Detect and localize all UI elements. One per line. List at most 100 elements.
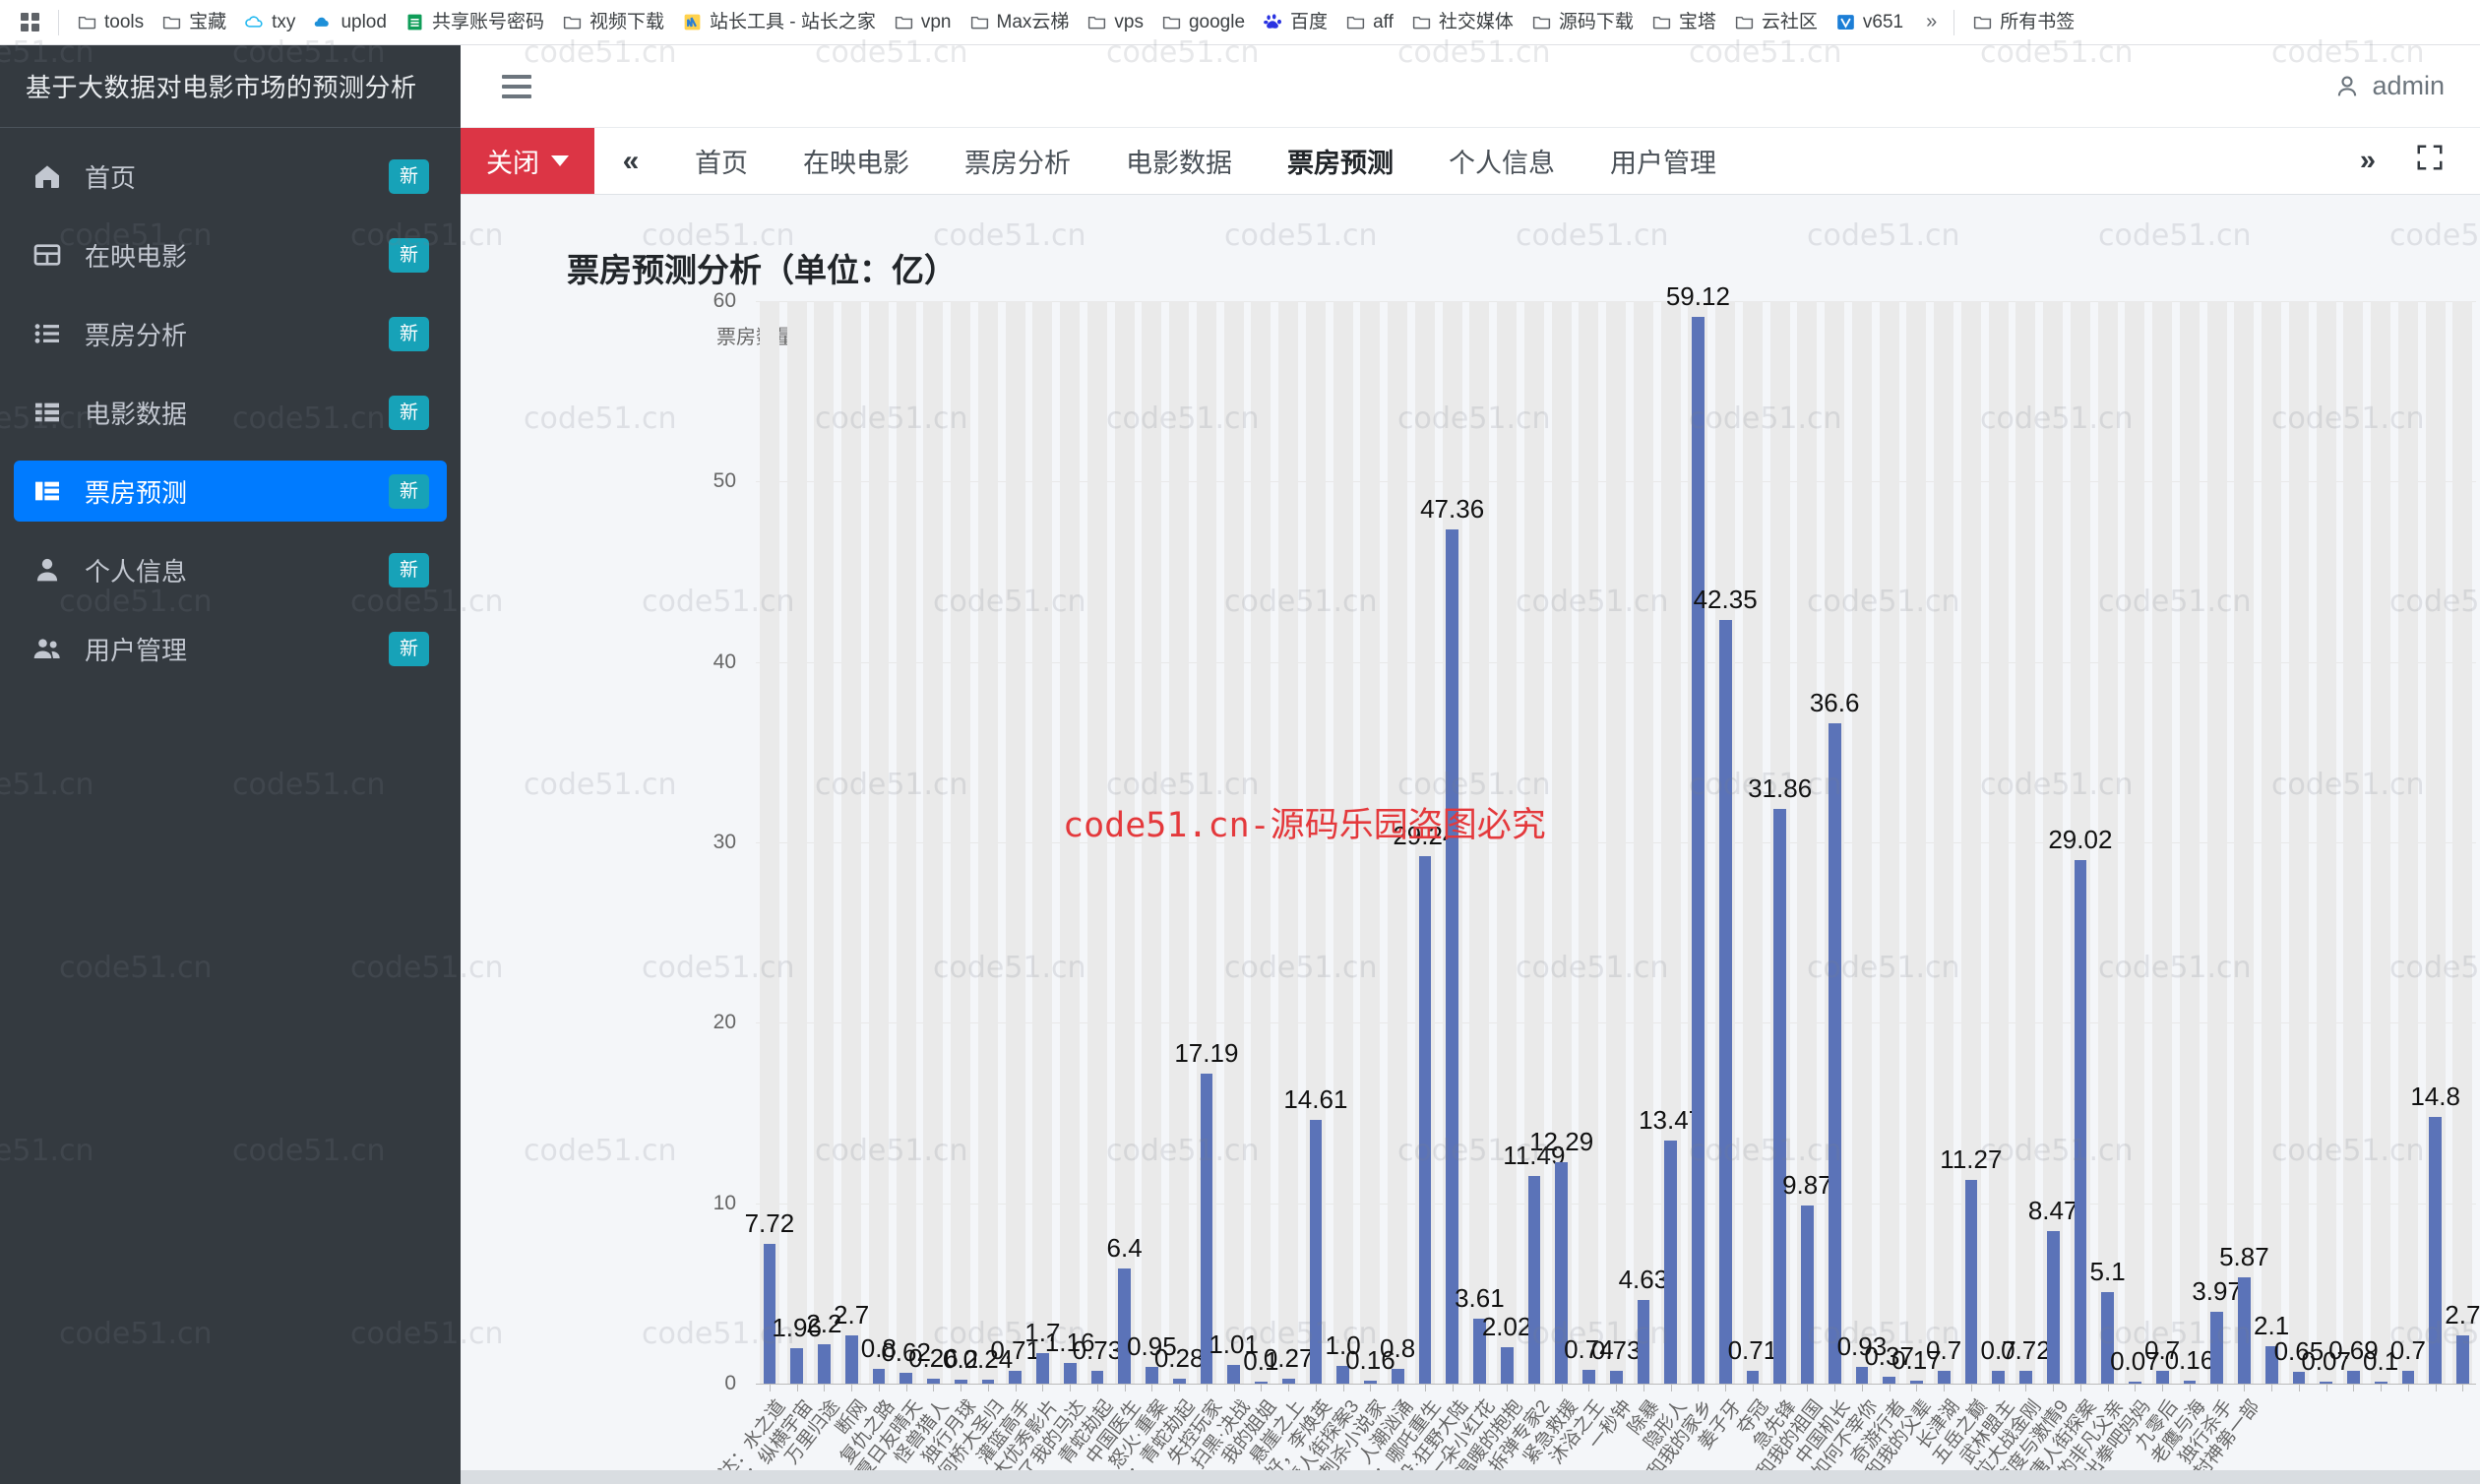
- bar[interactable]: 47.36: [1420, 494, 1484, 1384]
- bar[interactable]: 42.35: [1694, 585, 1758, 1384]
- bar[interactable]: 0.1: [1243, 1346, 1278, 1384]
- all-bookmarks-button[interactable]: 所有书签: [1963, 7, 2083, 38]
- bar-column[interactable]: 0.7: [1981, 301, 2016, 1384]
- bar-column[interactable]: 0.73: [1591, 301, 1641, 1384]
- close-tab-button[interactable]: 关闭: [461, 128, 594, 194]
- bookmark-item[interactable]: 宝藏: [153, 7, 235, 38]
- bar[interactable]: 0.7: [1926, 1335, 1961, 1384]
- bar[interactable]: 2.7: [834, 1300, 869, 1384]
- bar[interactable]: 14.8: [2410, 1082, 2460, 1384]
- bar-column[interactable]: 0.74: [1564, 301, 1614, 1384]
- apps-grid-icon[interactable]: [10, 3, 49, 42]
- bar[interactable]: 4.63: [1619, 1265, 1668, 1384]
- bar-column[interactable]: 0.8: [861, 301, 897, 1384]
- bar[interactable]: 0.16: [2165, 1345, 2214, 1384]
- bar-column[interactable]: 2.2: [806, 301, 841, 1384]
- fullscreen-icon[interactable]: [2415, 143, 2445, 180]
- bar[interactable]: 11.27: [1940, 1144, 2002, 1384]
- bar[interactable]: 2.2: [806, 1309, 841, 1384]
- bar-column[interactable]: 0.07: [2110, 301, 2160, 1384]
- bar[interactable]: 3.97: [2192, 1276, 2242, 1384]
- bar[interactable]: 2.7: [2445, 1300, 2480, 1384]
- bar-column[interactable]: 59.12: [1666, 281, 1730, 1384]
- bar[interactable]: 6.4: [1107, 1233, 1143, 1384]
- hamburger-icon[interactable]: [496, 69, 537, 104]
- bar-column[interactable]: 14.8: [2410, 301, 2460, 1384]
- bar-column[interactable]: 3.97: [2192, 301, 2242, 1384]
- bar-column[interactable]: 0.93: [1837, 301, 1887, 1384]
- bar[interactable]: 14.61: [1283, 1084, 1347, 1384]
- bookmark-item[interactable]: 源码下载: [1522, 7, 1643, 38]
- bar[interactable]: 0.74: [1564, 1334, 1614, 1384]
- bar-column[interactable]: 0.65: [2274, 301, 2324, 1384]
- bar-column[interactable]: 0.1: [2363, 301, 2398, 1384]
- bar[interactable]: 0.1: [2363, 1346, 2398, 1384]
- bookmark-overflow-button[interactable]: »: [1918, 7, 1945, 37]
- bar-column[interactable]: 0.62: [881, 301, 931, 1384]
- bar[interactable]: 29.02: [2048, 825, 2112, 1384]
- bar[interactable]: 0.7: [1981, 1335, 2016, 1384]
- bookmark-item[interactable]: 共享账号密码: [396, 7, 553, 38]
- bar[interactable]: 13.47: [1639, 1105, 1703, 1384]
- tab-2[interactable]: 在映电影: [775, 128, 937, 194]
- bar[interactable]: 0.72: [2001, 1335, 2051, 1384]
- bar-column[interactable]: 0.7: [1926, 301, 1961, 1384]
- bar[interactable]: 0.37: [1864, 1341, 1914, 1384]
- bar-column[interactable]: 11.27: [1940, 301, 2002, 1384]
- user-menu[interactable]: admin: [2332, 71, 2445, 101]
- bar-column[interactable]: 0.07: [2301, 301, 2351, 1384]
- bar[interactable]: 11.49: [1503, 1141, 1565, 1384]
- bookmark-item[interactable]: 百度: [1254, 7, 1336, 38]
- bar[interactable]: 0.73: [1591, 1335, 1641, 1384]
- bar[interactable]: 0.62: [881, 1337, 931, 1384]
- bar[interactable]: 59.12: [1666, 281, 1730, 1384]
- bar-column[interactable]: 0.2: [943, 301, 978, 1384]
- bar[interactable]: 0.26: [908, 1343, 959, 1384]
- bookmark-item[interactable]: vps: [1078, 7, 1152, 38]
- bookmark-item[interactable]: google: [1152, 7, 1254, 38]
- bar-column[interactable]: 0.17: [1891, 301, 1942, 1384]
- bar[interactable]: 0.24: [963, 1344, 1013, 1384]
- bar-column[interactable]: 12.29: [1529, 301, 1593, 1384]
- bar[interactable]: 0.17: [1891, 1345, 1942, 1384]
- sidebar-item-2[interactable]: 在映电影 新: [14, 224, 447, 285]
- bar-column[interactable]: 0.71: [1728, 301, 1777, 1384]
- bar[interactable]: 0.28: [1154, 1343, 1204, 1384]
- bar-column[interactable]: 13.47: [1639, 301, 1703, 1384]
- sidebar-item-4[interactable]: 电影数据 新: [14, 382, 447, 443]
- bar-column[interactable]: 0.26: [908, 301, 959, 1384]
- bar-column[interactable]: 2.7: [834, 301, 869, 1384]
- sidebar-item-6[interactable]: 个人信息 新: [14, 539, 447, 600]
- bar[interactable]: 0.2: [943, 1344, 978, 1384]
- bookmark-item[interactable]: tools: [68, 7, 153, 38]
- bar[interactable]: 0.27: [1264, 1343, 1313, 1384]
- bar-column[interactable]: 4.63: [1619, 301, 1668, 1384]
- bar-column[interactable]: 0.24: [963, 301, 1013, 1384]
- tab-5[interactable]: 票房预测: [1260, 128, 1421, 194]
- tab-6[interactable]: 个人信息: [1421, 128, 1582, 194]
- bookmark-item[interactable]: txy: [235, 7, 304, 38]
- bookmark-item[interactable]: 云社区: [1725, 7, 1827, 38]
- bar[interactable]: 0.7: [2390, 1335, 2426, 1384]
- bar-column[interactable]: 2.1: [2254, 301, 2289, 1384]
- tab-1[interactable]: 首页: [667, 128, 775, 194]
- bar[interactable]: 0.8: [861, 1333, 897, 1384]
- bookmark-item[interactable]: 站长工具 - 站长之家: [673, 7, 885, 38]
- bookmark-item[interactable]: 视频下载: [553, 7, 673, 38]
- bookmark-item[interactable]: aff: [1336, 7, 1402, 38]
- bar[interactable]: 36.6: [1810, 688, 1859, 1384]
- bar[interactable]: 0.07: [2110, 1346, 2160, 1384]
- sidebar-item-1[interactable]: 首页 新: [14, 146, 447, 207]
- bar[interactable]: 0.07: [2301, 1346, 2351, 1384]
- sidebar-item-5[interactable]: 票房预测 新: [14, 461, 447, 522]
- bar-column[interactable]: 9.87: [1782, 301, 1832, 1384]
- bar-column[interactable]: 0.37: [1864, 301, 1914, 1384]
- bar-column[interactable]: 0.7: [2144, 301, 2180, 1384]
- bookmark-item[interactable]: 社交媒体: [1402, 7, 1522, 38]
- bar[interactable]: 29.24: [1393, 821, 1457, 1384]
- bar[interactable]: 0.71: [1728, 1335, 1777, 1384]
- bar[interactable]: 9.87: [1782, 1170, 1832, 1384]
- bar-column[interactable]: 5.87: [2219, 301, 2269, 1384]
- bookmark-item[interactable]: 宝塔: [1643, 7, 1725, 38]
- bar-column[interactable]: 2.7: [2445, 301, 2480, 1384]
